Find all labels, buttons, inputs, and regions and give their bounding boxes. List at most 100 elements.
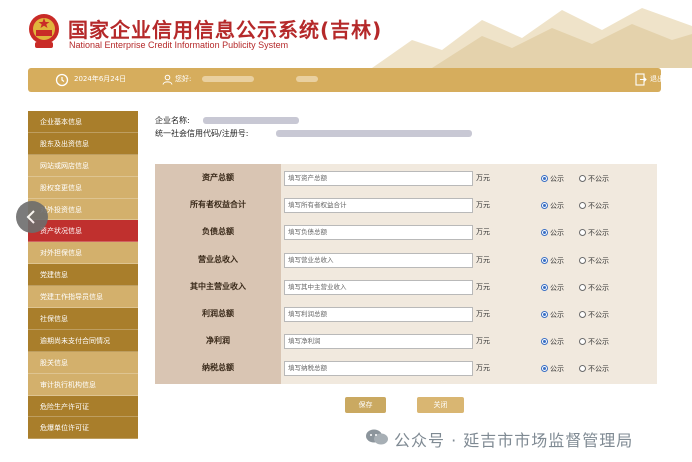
logout-link[interactable]: 退出登录: [650, 74, 678, 84]
sidebar-item[interactable]: 逾期尚未支付合同情况: [28, 329, 138, 352]
national-emblem-icon: [29, 14, 59, 48]
system-title-english: National Enterprise Credit Information P…: [69, 40, 289, 50]
public-radio[interactable]: [541, 311, 548, 318]
amount-input[interactable]: 填写资产总额: [284, 171, 473, 186]
chevron-left-icon: [26, 210, 35, 224]
form-row: 营业总收入 填写营业总收入 万元 公示 不公示: [155, 247, 657, 275]
field-label: 负债总额: [202, 227, 234, 237]
amount-input[interactable]: 填写负债总额: [284, 225, 473, 241]
sidebar-item[interactable]: 审计执行机构信息: [28, 373, 138, 396]
form-row: 资产总额 填写资产总额 万元 公示 不公示: [155, 165, 657, 193]
field-label: 纳税总额: [202, 363, 234, 373]
nonpublic-radio-label: 不公示: [588, 256, 609, 265]
sidebar-item[interactable]: 危爆单位许可证: [28, 417, 138, 440]
field-label: 所有者权益合计: [190, 200, 246, 210]
form-row: 所有者权益合计 填写所有者权益合计 万元 公示 不公示: [155, 192, 657, 220]
public-radio[interactable]: [541, 256, 548, 264]
unit-label: 万元: [476, 174, 490, 182]
amount-input[interactable]: 填写所有者权益合计: [284, 198, 473, 214]
form-row: 纳税总额 填写纳税总额 万元 公示 不公示: [155, 355, 657, 383]
form-row: 其中主营业收入 填写其中主营业收入 万元 公示 不公示: [155, 274, 657, 302]
user-icon: [162, 74, 173, 85]
credit-code-label: 统一社会信用代码/注册号:: [155, 129, 249, 138]
form-row: 负债总额 填写负债总额 万元 公示 不公示: [155, 219, 657, 247]
wechat-icon: [366, 429, 388, 445]
sidebar-item[interactable]: 社保信息: [28, 308, 138, 330]
nonpublic-radio[interactable]: [579, 256, 586, 264]
form-row: 利润总额 填写利润总额 万元 公示 不公示: [155, 301, 657, 329]
back-button[interactable]: [16, 201, 48, 233]
nonpublic-radio-label: 不公示: [588, 202, 609, 211]
public-radio[interactable]: [541, 283, 548, 291]
redacted-credit-code: [276, 130, 472, 137]
nonpublic-radio[interactable]: [579, 202, 586, 210]
nonpublic-radio[interactable]: [579, 229, 586, 237]
nonpublic-radio[interactable]: [579, 365, 586, 373]
nonpublic-radio-label: 不公示: [588, 283, 609, 292]
amount-input[interactable]: 填写营业总收入: [284, 252, 473, 268]
amount-input[interactable]: 填写利润总额: [284, 307, 473, 322]
nonpublic-radio[interactable]: [579, 283, 586, 291]
close-button[interactable]: 关闭: [417, 397, 464, 413]
nonpublic-radio[interactable]: [579, 338, 586, 346]
public-radio-label: 公示: [550, 338, 564, 347]
public-radio[interactable]: [541, 338, 548, 346]
unit-label: 万元: [476, 364, 490, 373]
sidebar-menu: 企业基本信息 股东及出资信息 网站或网店信息 股权变更信息 对外投资信息 资产状况信息 对外…: [28, 111, 138, 440]
amount-input[interactable]: 填写净利润: [284, 334, 473, 350]
logout-icon[interactable]: [635, 73, 647, 86]
public-radio-label: 公示: [550, 365, 564, 374]
field-label: 资产总额: [202, 173, 234, 182]
nonpublic-radio-label: 不公示: [588, 338, 609, 347]
company-name-label: 企业名称:: [155, 116, 190, 125]
nonpublic-radio-label: 不公示: [588, 365, 609, 374]
current-date: 2024年6月24日: [74, 75, 127, 83]
public-radio-label: 公示: [550, 311, 564, 319]
sidebar-item[interactable]: 党建信息: [28, 264, 138, 287]
sidebar-item[interactable]: 股东及出资信息: [28, 132, 138, 155]
unit-label: 万元: [476, 310, 490, 318]
nonpublic-radio[interactable]: [579, 175, 586, 182]
sidebar-item[interactable]: 企业基本信息: [28, 111, 138, 133]
public-radio-label: 公示: [550, 229, 564, 238]
nonpublic-radio-label: 不公示: [588, 229, 609, 238]
nonpublic-radio-label: 不公示: [588, 311, 609, 319]
nonpublic-radio[interactable]: [579, 311, 586, 318]
sidebar-item[interactable]: 股权变更信息: [28, 176, 138, 199]
sidebar-item[interactable]: 网站或网店信息: [28, 154, 138, 177]
redacted-info: [296, 76, 318, 82]
public-radio-label: 公示: [550, 256, 564, 265]
redacted-username: [202, 76, 254, 82]
top-bar: 2024年6月24日 您好: 退出登录: [28, 68, 678, 92]
public-radio[interactable]: [541, 202, 548, 210]
unit-label: 万元: [476, 255, 490, 264]
field-label: 净利润: [206, 336, 230, 346]
system-title: 国家企业信用信息公示系统(吉林): [68, 18, 383, 42]
page-header: 国家企业信用信息公示系统(吉林) National Enterprise Cre…: [0, 0, 692, 68]
amount-input[interactable]: 填写其中主营业收入: [284, 279, 473, 295]
field-label: 其中主营业收入: [190, 281, 246, 291]
public-radio-label: 公示: [550, 175, 564, 183]
save-button[interactable]: 保存: [345, 397, 386, 413]
public-radio-label: 公示: [550, 202, 564, 211]
sidebar-item[interactable]: 股关信息: [28, 351, 138, 374]
nonpublic-radio-label: 不公示: [588, 175, 609, 183]
public-radio-label: 公示: [550, 283, 564, 292]
clock-icon: [55, 73, 69, 87]
field-label: 营业总收入: [198, 254, 238, 264]
field-label: 利润总额: [202, 309, 234, 318]
unit-label: 万元: [476, 337, 490, 346]
watermark-text: 公众号 · 延吉市市场监督管理局: [394, 431, 634, 450]
greeting-text: 您好:: [175, 75, 192, 83]
watermark: 公众号 · 延吉市市场监督管理局: [358, 420, 688, 454]
amount-input[interactable]: 填写纳税总额: [284, 361, 473, 377]
mountain-background: [372, 8, 692, 68]
unit-label: 万元: [476, 282, 490, 291]
public-radio[interactable]: [541, 365, 548, 373]
public-radio[interactable]: [541, 175, 548, 182]
sidebar-item[interactable]: 党建工作指导员信息: [28, 286, 138, 309]
sidebar-item[interactable]: 危险生产许可证: [28, 395, 138, 418]
public-radio[interactable]: [541, 229, 548, 237]
sidebar-item[interactable]: 对外担保信息: [28, 242, 138, 265]
form-row: 净利润 填写净利润 万元 公示 不公示: [155, 328, 657, 356]
